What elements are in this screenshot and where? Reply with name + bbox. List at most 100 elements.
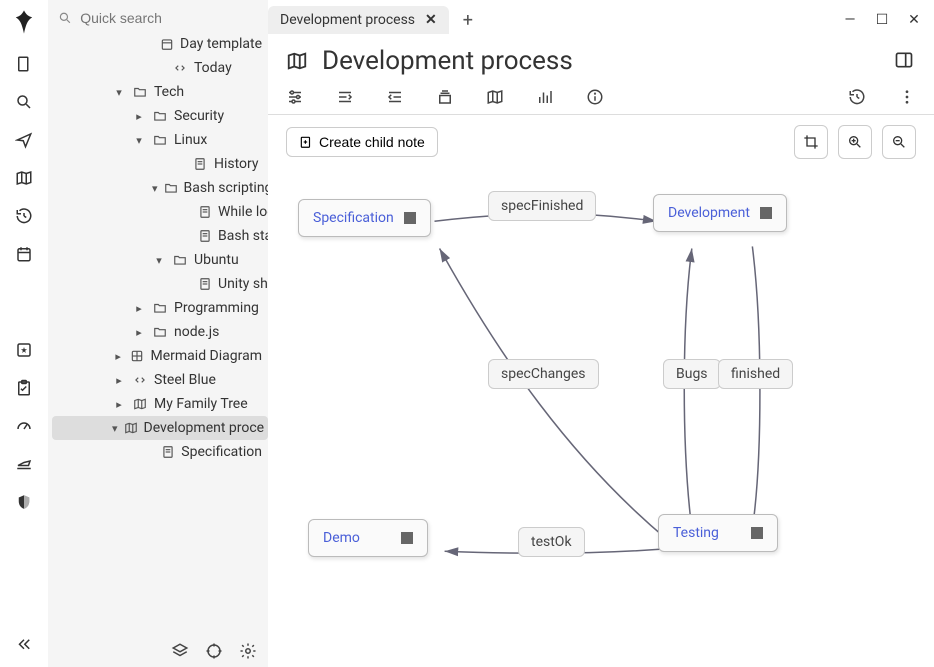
tree-item[interactable]: ▸ Programming (52, 296, 268, 320)
chevron-icon[interactable]: ▸ (132, 110, 146, 123)
create-child-note-button[interactable]: Create child note (286, 127, 438, 157)
tree-item-label: Programming (174, 300, 259, 316)
add-tab-button[interactable]: + (457, 10, 479, 31)
shield-icon[interactable] (14, 492, 34, 512)
new-note-icon[interactable] (14, 54, 34, 74)
note-icon (198, 228, 212, 244)
node-testing[interactable]: Testing (658, 514, 778, 552)
chevron-icon[interactable]: ▸ (132, 326, 146, 339)
tab-bar: Development process ✕ + — ☐ ✕ (268, 0, 934, 36)
tree-item[interactable]: ▾ Development proce (52, 416, 268, 440)
zoom-out-button[interactable] (882, 125, 916, 159)
minimize-button[interactable]: — (838, 12, 862, 28)
tree-item[interactable]: Today (52, 56, 268, 80)
departure-icon[interactable] (14, 454, 34, 474)
node-handle[interactable] (401, 532, 413, 544)
gauge-icon[interactable] (14, 416, 34, 436)
chevron-icon[interactable]: ▾ (132, 134, 146, 147)
zoom-in-button[interactable] (838, 125, 872, 159)
page-title: Development process (322, 46, 573, 76)
node-handle[interactable] (404, 212, 416, 224)
edge-finished[interactable]: finished (718, 359, 793, 389)
tree-item[interactable]: ▸Mermaid Diagram (52, 344, 268, 368)
chart-icon[interactable] (536, 88, 554, 106)
tree-item-label: While loop (218, 204, 268, 220)
chevron-icon[interactable]: ▸ (132, 302, 146, 315)
tree-item[interactable]: Specification (52, 440, 268, 464)
history-icon[interactable] (848, 88, 866, 106)
clipboard-icon[interactable] (14, 378, 34, 398)
chevron-icon[interactable]: ▸ (112, 374, 126, 387)
close-icon[interactable]: ✕ (425, 12, 437, 28)
close-window-button[interactable]: ✕ (902, 12, 926, 28)
node-label: Development (668, 205, 750, 221)
node-development[interactable]: Development (653, 194, 787, 232)
node-demo[interactable]: Demo (308, 519, 428, 557)
node-label: Specification (313, 210, 394, 226)
node-specification[interactable]: Specification (298, 199, 431, 237)
tree-item[interactable]: ▾Ubuntu (52, 248, 268, 272)
target-icon[interactable] (204, 641, 224, 661)
tree-item[interactable]: While loop (52, 200, 268, 224)
node-label: Demo (323, 530, 360, 546)
edge-bugs[interactable]: Bugs (663, 359, 721, 389)
split-view-icon[interactable] (894, 50, 916, 72)
indent-right-icon[interactable] (386, 88, 404, 106)
indent-left-icon[interactable] (336, 88, 354, 106)
tree-item-label: Linux (174, 132, 207, 148)
stack-icon[interactable] (436, 88, 454, 106)
edge-testok[interactable]: testOk (518, 527, 585, 557)
tree-item-label: Development proce (144, 420, 265, 436)
tree-item[interactable]: ▾ Linux (52, 128, 268, 152)
send-icon[interactable] (14, 130, 34, 150)
map-icon (124, 420, 138, 436)
maximize-button[interactable]: ☐ (870, 12, 894, 28)
crop-button[interactable] (794, 125, 828, 159)
chevron-icon[interactable]: ▾ (152, 182, 158, 195)
tree-item[interactable]: ▾ Bash scripting (52, 176, 268, 200)
sliders-icon[interactable] (286, 88, 304, 106)
tree-item[interactable]: ▾Tech (52, 80, 268, 104)
tree-item[interactable]: ▸My Family Tree (52, 392, 268, 416)
edge-specfinished[interactable]: specFinished (488, 191, 596, 221)
cal-icon (160, 36, 174, 52)
tree-item-label: History (214, 156, 259, 172)
chevron-icon[interactable]: ▾ (152, 254, 166, 267)
note-icon (198, 276, 212, 292)
search-icon[interactable] (14, 92, 34, 112)
tree-item[interactable]: History (52, 152, 268, 176)
tree-item[interactable]: ▸Steel Blue (52, 368, 268, 392)
info-icon[interactable] (586, 88, 604, 106)
tree-item[interactable]: ▸node.js (52, 320, 268, 344)
map-icon (132, 396, 148, 412)
map-icon[interactable] (486, 88, 504, 106)
app-logo (10, 8, 38, 36)
more-icon[interactable] (898, 88, 916, 106)
relation-map-canvas[interactable]: Specification Development Demo Testing s… (268, 169, 934, 667)
chevron-icon[interactable]: ▾ (112, 86, 126, 99)
tab-active[interactable]: Development process ✕ (268, 6, 449, 34)
tree-item-label: Bash scripting (184, 180, 268, 196)
node-handle[interactable] (751, 527, 763, 539)
tree-item-label: Unity short (218, 276, 268, 292)
tree-item[interactable]: Bash startu (52, 224, 268, 248)
tree-item[interactable]: Day template (52, 32, 268, 56)
edge-specchanges[interactable]: specChanges (488, 359, 599, 389)
chevron-icon[interactable]: ▾ (112, 422, 118, 435)
map-icon[interactable] (14, 168, 34, 188)
bookmark-icon[interactable] (14, 340, 34, 360)
history-icon[interactable] (14, 206, 34, 226)
search-input[interactable] (80, 10, 258, 26)
tree-item-label: Day template (180, 36, 262, 52)
gear-icon[interactable] (238, 641, 258, 661)
folder-icon (164, 180, 178, 196)
collapse-icon[interactable] (14, 635, 34, 655)
chevron-icon[interactable]: ▸ (112, 350, 124, 363)
chevron-icon[interactable]: ▸ (112, 398, 126, 411)
tree-item[interactable]: Unity short (52, 272, 268, 296)
tree-item[interactable]: ▸Security (52, 104, 268, 128)
layers-icon[interactable] (170, 641, 190, 661)
calendar-icon[interactable] (14, 244, 34, 264)
node-handle[interactable] (760, 207, 772, 219)
code-icon (172, 60, 188, 76)
